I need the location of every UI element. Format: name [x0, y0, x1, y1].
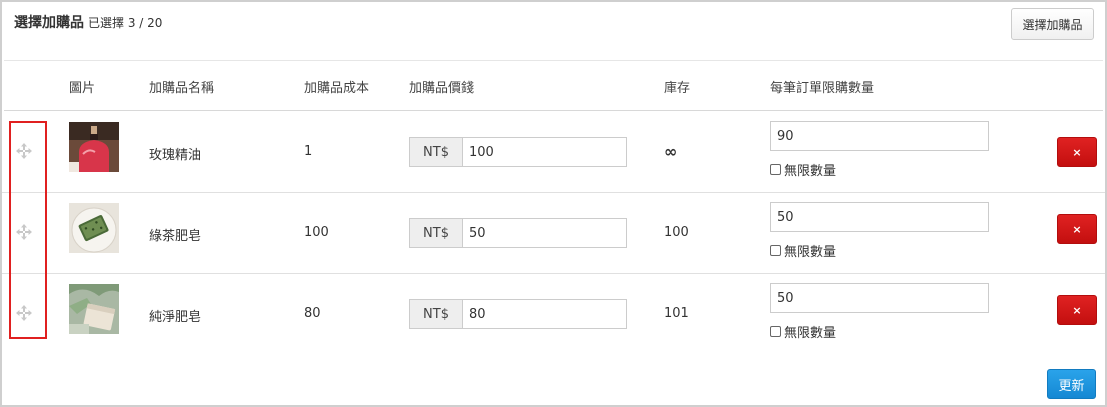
col-image: 圖片 [69, 81, 96, 96]
selected-count: 已選擇 3 / 20 [88, 16, 163, 30]
unlimited-option[interactable]: 無限數量 [770, 160, 836, 179]
col-price: 加購品價錢 [409, 81, 475, 96]
rose-oil-bottle-image [69, 122, 119, 172]
unlimited-option[interactable]: 無限數量 [770, 322, 836, 341]
addon-name: 綠茶肥皂 [149, 229, 202, 244]
unlimited-label: 無限數量 [784, 326, 837, 341]
stock-value: ∞ [664, 142, 678, 161]
drag-handles-highlight [9, 121, 47, 339]
pure-soap-image [69, 284, 119, 334]
col-limit: 每筆訂單限購數量 [770, 81, 875, 96]
unlimited-checkbox[interactable] [770, 326, 781, 337]
delete-button[interactable]: × [1057, 295, 1097, 325]
price-input[interactable] [463, 138, 626, 166]
delete-button[interactable]: × [1057, 137, 1097, 167]
table-row: 玫瑰精油 1 NT$ ∞ 無限數量 × [2, 111, 1105, 193]
table-row: 純淨肥皂 80 NT$ 101 無限數量 × [2, 273, 1105, 354]
addon-cost: 1 [304, 144, 313, 159]
limit-input[interactable] [770, 121, 989, 151]
unlimited-option[interactable]: 無限數量 [770, 241, 836, 260]
unlimited-checkbox[interactable] [770, 164, 781, 175]
delete-button[interactable]: × [1057, 214, 1097, 244]
divider [4, 60, 1103, 61]
price-input-group: NT$ [409, 299, 627, 329]
update-button[interactable]: 更新 [1047, 369, 1096, 399]
col-name: 加購品名稱 [149, 81, 215, 96]
col-cost: 加購品成本 [304, 81, 370, 96]
price-input[interactable] [463, 219, 626, 247]
choose-addon-button[interactable]: 選擇加購品 [1011, 8, 1094, 40]
panel-title: 選擇加購品 已選擇 3 / 20 [14, 12, 162, 32]
price-input-group: NT$ [409, 218, 627, 248]
addon-panel: 選擇加購品 已選擇 3 / 20 選擇加購品 圖片 加購品名稱 加購品成本 加購品… [0, 0, 1107, 407]
addon-cost: 100 [304, 225, 329, 240]
unlimited-checkbox[interactable] [770, 245, 781, 256]
unlimited-label: 無限數量 [784, 164, 837, 179]
table-header: 圖片 加購品名稱 加購品成本 加購品價錢 庫存 每筆訂單限購數量 [2, 77, 1105, 97]
col-stock: 庫存 [664, 81, 691, 96]
price-input-group: NT$ [409, 137, 627, 167]
limit-input[interactable] [770, 283, 989, 313]
stock-value: 100 [664, 225, 689, 240]
unlimited-label: 無限數量 [784, 245, 837, 260]
currency-addon: NT$ [410, 300, 463, 328]
addon-name: 玫瑰精油 [149, 148, 202, 163]
addon-name: 純淨肥皂 [149, 310, 202, 325]
stock-value: 101 [664, 306, 689, 321]
currency-addon: NT$ [410, 138, 463, 166]
currency-addon: NT$ [410, 219, 463, 247]
limit-input[interactable] [770, 202, 989, 232]
addon-cost: 80 [304, 306, 321, 321]
panel-title-text: 選擇加購品 [14, 15, 84, 31]
table-row: 綠茶肥皂 100 NT$ 100 無限數量 × [2, 192, 1105, 274]
price-input[interactable] [463, 300, 626, 328]
green-tea-soap-image [69, 203, 119, 253]
